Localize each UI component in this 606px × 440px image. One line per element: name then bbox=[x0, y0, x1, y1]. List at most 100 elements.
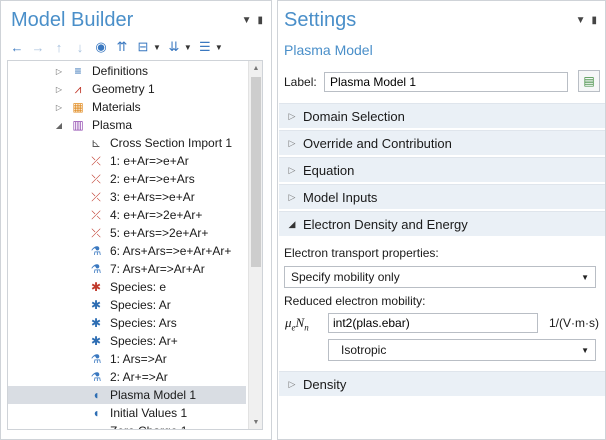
electron-transport-value: Specify mobility only bbox=[291, 270, 400, 284]
tree-item[interactable]: ⤫ 1: e+Ar=>e+Ar bbox=[8, 152, 246, 170]
section-label: Domain Selection bbox=[303, 108, 405, 124]
tree-item[interactable]: ✱ Species: Ar bbox=[8, 296, 246, 314]
model-builder-panel: Model Builder ▼ ▮ ← → ↑ ↓ ◉ ⇈ ⊟ ▼ ⇊ ▼ ☰ … bbox=[0, 0, 272, 440]
dropdown-caret-icon: ▼ bbox=[581, 345, 589, 355]
tree-item[interactable]: ◖ Zero Charge 1 bbox=[8, 422, 246, 429]
section-domain-selection[interactable]: ▷ Domain Selection bbox=[279, 103, 605, 128]
section-model-inputs[interactable]: ▷ Model Inputs bbox=[279, 184, 605, 209]
scroll-down-icon[interactable]: ▼ bbox=[249, 415, 262, 429]
tree-item[interactable]: ⚗ 6: Ars+Ars=>e+Ar+Ar+ bbox=[8, 242, 246, 260]
dropdown-caret-icon: ▼ bbox=[581, 272, 589, 282]
flask-icon: ⚗ bbox=[90, 244, 102, 258]
section-label: Equation bbox=[303, 162, 355, 178]
collapsed-arrow-icon[interactable]: ▷ bbox=[54, 85, 64, 94]
mobility-type-value: Isotropic bbox=[341, 343, 387, 357]
electron-transport-select[interactable]: Specify mobility only ▼ bbox=[284, 266, 596, 288]
model-builder-window-controls: ▼ ▮ bbox=[242, 15, 263, 26]
label-input[interactable] bbox=[324, 72, 568, 92]
label-edit-button[interactable]: ▤ bbox=[578, 70, 600, 92]
expand-icon[interactable]: ⊟ bbox=[135, 39, 151, 55]
collapsed-arrow-icon[interactable]: ▷ bbox=[54, 67, 64, 76]
menu-caret-icon[interactable]: ▼ bbox=[242, 15, 252, 26]
reaction-icon: ⤫ bbox=[91, 153, 101, 168]
tree-item[interactable]: ⊾ Cross Section Import 1 bbox=[8, 134, 246, 152]
mobility-input[interactable] bbox=[328, 313, 538, 333]
pin-icon[interactable]: ▮ bbox=[257, 15, 263, 26]
tree-item[interactable]: ◖ Initial Values 1 bbox=[8, 404, 246, 422]
section-label: Electron Density and Energy bbox=[303, 216, 468, 232]
section-equation[interactable]: ▷ Equation bbox=[279, 157, 605, 182]
tree-item[interactable]: ✱ Species: Ars bbox=[8, 314, 246, 332]
pin-icon[interactable]: ▮ bbox=[591, 15, 597, 26]
collapsed-arrow-icon: ▷ bbox=[288, 164, 296, 175]
species-icon: ✱ bbox=[90, 316, 102, 330]
species-icon: ✱ bbox=[90, 298, 102, 312]
reaction-icon: ⤫ bbox=[91, 225, 101, 240]
model-builder-title: Model Builder bbox=[11, 9, 134, 31]
tree-item[interactable]: ⤫ 3: e+Ars=>e+Ar bbox=[8, 188, 246, 206]
tree-item[interactable]: ▷ ▦ Materials bbox=[8, 98, 246, 116]
flask-icon: ⚗ bbox=[90, 352, 102, 366]
cross-section-icon: ⊾ bbox=[90, 136, 102, 150]
scrollbar-thumb[interactable] bbox=[251, 77, 261, 267]
tree-item[interactable]: ◖ Plasma Model 1 bbox=[8, 386, 246, 404]
tree-item[interactable]: ⚗ 1: Ars=>Ar bbox=[8, 350, 246, 368]
tree-item[interactable]: ⤫ 2: e+Ar=>e+Ars bbox=[8, 170, 246, 188]
expand-caret-icon[interactable]: ▼ bbox=[153, 43, 161, 52]
tree-item[interactable]: ⤫ 5: e+Ars=>2e+Ar+ bbox=[8, 224, 246, 242]
tree-item[interactable]: ✱ Species: Ar+ bbox=[8, 332, 246, 350]
expanded-arrow-icon: ◢ bbox=[288, 218, 296, 229]
menu-caret-icon[interactable]: ▼ bbox=[576, 15, 586, 26]
tree-item-label: Species: Ar+ bbox=[110, 334, 178, 348]
collapse-all-icon[interactable]: ⇈ bbox=[114, 39, 130, 55]
tree-item-label: Initial Values 1 bbox=[110, 406, 188, 420]
definitions-icon: ≡ bbox=[74, 64, 82, 78]
tree-item-label: Plasma Model 1 bbox=[110, 388, 197, 402]
tree-item[interactable]: ⚗ 7: Ars+Ar=>Ar+Ar bbox=[8, 260, 246, 278]
species-icon: ✱ bbox=[90, 334, 102, 348]
section-electron-density[interactable]: ◢ Electron Density and Energy bbox=[279, 211, 605, 236]
electron-transport-label: Electron transport properties: bbox=[284, 246, 439, 260]
tree-item-label: 6: Ars+Ars=>e+Ar+Ar+ bbox=[110, 244, 232, 258]
tree-item[interactable]: ◢ ▥ Plasma bbox=[8, 116, 246, 134]
section-label: Override and Contribution bbox=[303, 135, 452, 151]
reaction-icon: ⤫ bbox=[91, 171, 101, 186]
tree-item-label: 5: e+Ars=>2e+Ar+ bbox=[110, 226, 209, 240]
tree-item-label: Definitions bbox=[92, 64, 149, 78]
sort-icon[interactable]: ⇊ bbox=[166, 39, 182, 55]
tree-item-label: Species: Ar bbox=[110, 298, 171, 312]
scroll-up-icon[interactable]: ▲ bbox=[249, 61, 262, 75]
tree-item[interactable]: ▷ ⩘ Geometry 1 bbox=[8, 80, 246, 98]
species-icon: ✱ bbox=[90, 280, 102, 294]
settings-panel: Settings ▼ ▮ Plasma Model Label: ▤ ▷ Dom… bbox=[277, 0, 606, 440]
view-options-icon[interactable]: ☰ bbox=[197, 39, 213, 55]
tree-item-label: 2: e+Ar=>e+Ars bbox=[110, 172, 195, 186]
show-icon[interactable]: ◉ bbox=[93, 39, 109, 55]
tree-item[interactable]: ▷ ≡ Definitions bbox=[8, 62, 246, 80]
sort-caret-icon[interactable]: ▼ bbox=[184, 43, 192, 52]
tree-item-label: Plasma bbox=[92, 118, 133, 132]
tree-scrollbar[interactable]: ▲ ▼ bbox=[248, 61, 262, 429]
tree-item[interactable]: ⚗ 2: Ar+=>Ar bbox=[8, 368, 246, 386]
tree-item[interactable]: ⤫ 4: e+Ar=>2e+Ar+ bbox=[8, 206, 246, 224]
collapsed-arrow-icon[interactable]: ▷ bbox=[54, 103, 64, 112]
move-down-icon[interactable]: ↓ bbox=[72, 39, 88, 55]
tree-item-label: 1: Ars=>Ar bbox=[110, 352, 167, 366]
tree-item-label: Geometry 1 bbox=[92, 82, 155, 96]
collapsed-arrow-icon: ▷ bbox=[288, 191, 296, 202]
settings-title: Settings bbox=[284, 9, 357, 31]
expanded-arrow-icon[interactable]: ◢ bbox=[54, 121, 64, 130]
zero-charge-icon: ◖ bbox=[88, 423, 104, 429]
section-override[interactable]: ▷ Override and Contribution bbox=[279, 130, 605, 155]
tree-item[interactable]: ✱ Species: e bbox=[8, 278, 246, 296]
mobility-type-select[interactable]: Isotropic ▼ bbox=[328, 339, 596, 361]
forward-arrow-icon[interactable]: → bbox=[30, 39, 46, 55]
view-options-caret-icon[interactable]: ▼ bbox=[215, 43, 223, 52]
move-up-icon[interactable]: ↑ bbox=[51, 39, 67, 55]
tree-item-label: 1: e+Ar=>e+Ar bbox=[110, 154, 189, 168]
tree-item-label: Cross Section Import 1 bbox=[110, 136, 233, 150]
tree-item-label: 4: e+Ar=>2e+Ar+ bbox=[110, 208, 203, 222]
back-arrow-icon[interactable]: ← bbox=[9, 39, 25, 55]
initial-values-icon: ◖ bbox=[92, 406, 100, 420]
section-density[interactable]: ▷ Density bbox=[279, 371, 605, 396]
